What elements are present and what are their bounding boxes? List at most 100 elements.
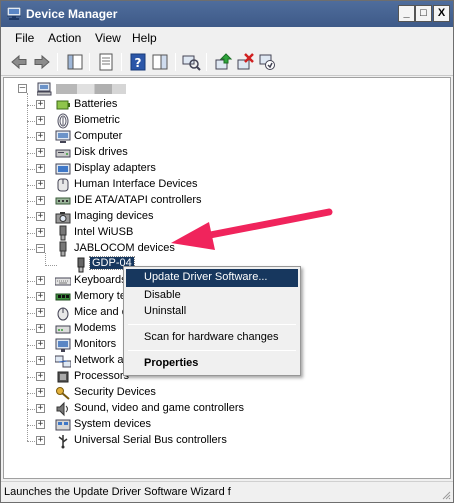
- tree-category[interactable]: + Disk drives: [36, 145, 336, 161]
- tree-category[interactable]: + Computer: [36, 129, 336, 145]
- expand-icon[interactable]: +: [36, 180, 45, 189]
- expand-icon[interactable]: +: [36, 404, 45, 413]
- menu-help[interactable]: Help: [132, 31, 157, 45]
- menu-action[interactable]: Action: [48, 31, 81, 45]
- tree-category[interactable]: + Biometric: [36, 113, 336, 129]
- title-bar[interactable]: Device Manager _ □ X: [1, 1, 453, 27]
- security-key-icon: [56, 387, 70, 400]
- expand-icon[interactable]: +: [36, 356, 45, 365]
- menu-view[interactable]: View: [95, 31, 121, 45]
- display-adapter-icon: [55, 163, 71, 175]
- expand-icon[interactable]: +: [36, 388, 45, 397]
- tree-item-label: Computer: [74, 130, 123, 142]
- collapse-icon[interactable]: –: [36, 244, 45, 253]
- status-bar: Launches the Update Driver Software Wiza…: [1, 481, 453, 502]
- expand-icon[interactable]: +: [36, 308, 45, 317]
- camera-icon: [55, 212, 71, 224]
- tree-category[interactable]: + Batteries: [36, 97, 336, 113]
- arrow-head: [171, 222, 215, 250]
- expand-icon[interactable]: +: [36, 372, 45, 381]
- tree-category[interactable]: + Human Interface Devices: [36, 177, 336, 193]
- tree-category[interactable]: + Universal Serial Bus controllers: [36, 433, 336, 449]
- expand-icon[interactable]: +: [36, 100, 45, 109]
- tree-item-label: Security Devices: [74, 386, 156, 398]
- redacted-computer-name: [56, 84, 126, 94]
- tree-category[interactable]: + Sound, video and game controllers: [36, 401, 336, 417]
- update-driver-icon[interactable]: [213, 52, 233, 72]
- menu-item-label: Properties: [144, 357, 199, 369]
- computer-root-icon: [37, 82, 52, 96]
- tree-item-label: System devices: [74, 418, 152, 430]
- hid-icon: [57, 178, 69, 192]
- toolbar-separator: [57, 53, 58, 71]
- expand-icon[interactable]: +: [36, 276, 45, 285]
- expand-icon[interactable]: +: [36, 292, 45, 301]
- expand-icon[interactable]: +: [36, 116, 45, 125]
- menu-bar: File Action View Help: [1, 27, 453, 49]
- back-icon[interactable]: [9, 52, 29, 72]
- help-icon[interactable]: ?: [128, 52, 148, 72]
- toolbar-separator: [175, 53, 176, 71]
- toolbar: ?: [1, 49, 453, 76]
- uninstall-device-icon[interactable]: [235, 52, 255, 72]
- system-device-icon: [55, 419, 71, 431]
- window-title: Device Manager: [26, 7, 118, 21]
- expand-icon[interactable]: +: [36, 212, 45, 221]
- disk-drive-icon: [55, 149, 71, 158]
- ide-controller-icon: [55, 197, 71, 205]
- close-button[interactable]: X: [433, 5, 450, 22]
- menu-item-update-driver[interactable]: Update Driver Software...: [126, 269, 298, 287]
- scan-hardware-icon[interactable]: [181, 52, 201, 72]
- action-pane-icon[interactable]: [150, 52, 170, 72]
- tree-root[interactable]: –: [18, 81, 138, 97]
- tree-item-label: Keyboards: [74, 274, 127, 286]
- expand-icon[interactable]: +: [36, 228, 45, 237]
- menu-item-scan[interactable]: Scan for hardware changes: [126, 329, 298, 347]
- expand-icon[interactable]: +: [36, 436, 45, 445]
- tree-item-label: Human Interface Devices: [74, 178, 198, 190]
- menu-item-label: Update Driver Software...: [144, 271, 268, 283]
- tree-item-label: Display adapters: [74, 162, 156, 174]
- tree-guide: [27, 93, 28, 441]
- usb-device-icon: [59, 225, 67, 241]
- tree-item-label: Network ac: [74, 354, 130, 366]
- battery-icon: [56, 100, 70, 110]
- tree-item-label: JABLOCOM devices: [74, 242, 175, 254]
- usb-plug-icon: [77, 257, 85, 273]
- tree-category[interactable]: + Security Devices: [36, 385, 336, 401]
- usb-device-icon: [59, 241, 67, 257]
- tree-item-label: Intel WiUSB: [74, 226, 134, 238]
- sound-icon: [56, 401, 68, 417]
- expand-icon[interactable]: +: [36, 132, 45, 141]
- menu-item-properties[interactable]: Properties: [126, 355, 298, 373]
- tree-category[interactable]: + Display adapters: [36, 161, 336, 177]
- toolbar-separator: [206, 53, 207, 71]
- expand-icon[interactable]: +: [36, 164, 45, 173]
- expand-icon[interactable]: +: [36, 148, 45, 157]
- expand-icon[interactable]: +: [36, 340, 45, 349]
- network-icon: [55, 355, 71, 368]
- disable-device-icon[interactable]: [257, 52, 277, 72]
- menu-item-uninstall[interactable]: Uninstall: [126, 303, 298, 321]
- monitor-icon: [55, 338, 71, 352]
- resize-grip-icon[interactable]: [441, 490, 451, 500]
- svg-text:?: ?: [135, 56, 142, 70]
- properties-sheet-icon[interactable]: [96, 52, 116, 72]
- toolbar-separator: [89, 53, 90, 71]
- annotation-arrow: [171, 208, 333, 250]
- status-text: Launches the Update Driver Software Wiza…: [4, 486, 231, 498]
- tree-item-label: Sound, video and game controllers: [74, 402, 244, 414]
- tree-item-label: IDE ATA/ATAPI controllers: [74, 194, 202, 206]
- tree-item-label: Batteries: [74, 98, 118, 110]
- collapse-icon[interactable]: –: [18, 84, 27, 93]
- expand-icon[interactable]: +: [36, 324, 45, 333]
- show-hide-console-tree-icon[interactable]: [65, 52, 85, 72]
- expand-icon[interactable]: +: [36, 420, 45, 429]
- forward-icon[interactable]: [32, 52, 52, 72]
- minimize-button[interactable]: _: [398, 5, 415, 22]
- menu-file[interactable]: File: [15, 31, 34, 45]
- maximize-button[interactable]: □: [415, 5, 432, 22]
- device-manager-window: Device Manager _ □ X File Action View He…: [0, 0, 454, 503]
- expand-icon[interactable]: +: [36, 196, 45, 205]
- tree-category[interactable]: + System devices: [36, 417, 336, 433]
